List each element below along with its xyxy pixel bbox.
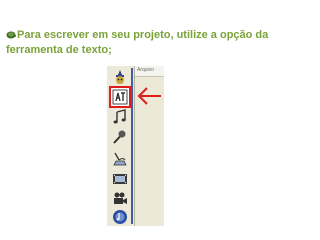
music-tool-button[interactable] [111,108,129,126]
text-tool-button[interactable] [109,86,131,108]
pointer-arrow [136,86,162,111]
video-camera-tool-button[interactable] [111,190,129,208]
audio-cd-icon [112,209,128,225]
narration-icon [112,151,128,167]
film-tool-button[interactable] [111,170,129,188]
left-arrow-icon [137,87,161,105]
text-tool-icon [112,89,128,105]
divider-line [131,68,133,224]
caption-text: Para escrever em seu projeto, utilize a … [6,29,269,56]
microphone-tool-button[interactable] [111,128,129,146]
video-camera-icon [112,191,128,207]
music-note-icon [112,109,128,125]
film-strip-icon [112,171,128,187]
wizard-tool-button[interactable] [111,68,129,86]
wizard-icon [112,69,128,85]
audio-cd-tool-button[interactable] [111,208,129,226]
menu-item-arquivo[interactable]: Arquivo [137,67,154,73]
instruction-caption: Para escrever em seu projeto, utilize a … [6,28,316,58]
narration-tool-button[interactable] [111,150,129,168]
turtle-bullet-icon [6,29,16,39]
microphone-icon [112,129,128,145]
